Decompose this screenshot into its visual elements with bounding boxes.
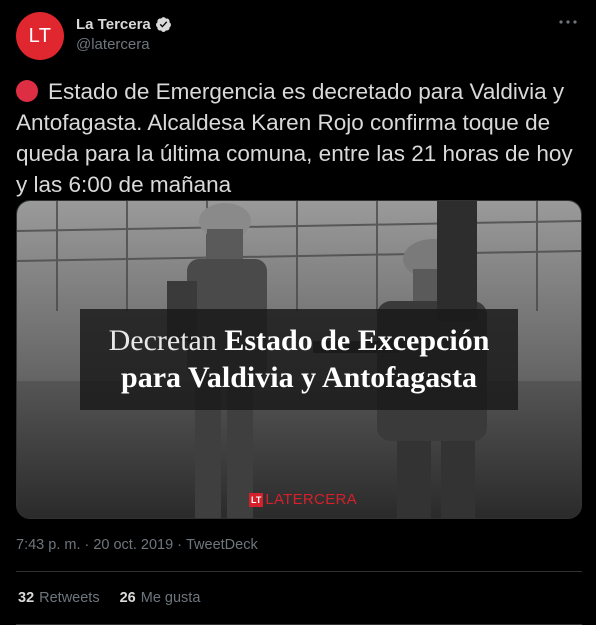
- divider: [16, 571, 582, 572]
- tweet-card: LT La Tercera @latercera Estado de Emerg…: [0, 0, 596, 625]
- logo-text: LATERCERA: [265, 491, 357, 508]
- headline-light-text: Decretan: [108, 323, 217, 357]
- headline-line-2: para Valdivia y Antofagasta: [121, 360, 477, 394]
- media-headline-box: Decretan Estado de Excepción para Valdiv…: [80, 309, 518, 410]
- author-name-row: La Tercera: [76, 14, 172, 34]
- red-circle-icon: [16, 80, 38, 102]
- more-options-icon[interactable]: [558, 12, 578, 32]
- retweets-count: 32: [18, 590, 35, 606]
- la-tercera-logo: LT LATERCERA: [249, 491, 357, 508]
- likes-count: 26: [119, 590, 136, 606]
- likes-stat[interactable]: 26 Me gusta: [120, 590, 201, 606]
- tweet-body: Estado de Emergencia es decretado para V…: [16, 79, 573, 197]
- retweets-label: Retweets: [39, 590, 100, 606]
- tweet-stats: 32 Retweets 26 Me gusta: [18, 590, 200, 606]
- logo-badge: LT: [249, 492, 264, 507]
- headline-line-1: Decretan Estado de Excepción: [109, 323, 490, 359]
- tweet-meta: 7:43 p. m. · 20 oct. 2019 · TweetDeck: [16, 537, 258, 553]
- avatar-text: LT: [28, 24, 52, 47]
- author-name[interactable]: La Tercera: [76, 16, 151, 33]
- retweets-stat[interactable]: 32 Retweets: [18, 590, 100, 606]
- tweet-date[interactable]: 20 oct. 2019: [93, 537, 173, 553]
- verified-badge-icon: [155, 16, 172, 33]
- author-info: La Tercera @latercera: [76, 14, 172, 53]
- avatar[interactable]: LT: [16, 12, 64, 60]
- meta-separator: ·: [84, 537, 90, 553]
- meta-separator: ·: [177, 537, 182, 553]
- tweet-source[interactable]: TweetDeck: [186, 537, 258, 553]
- headline-bold-text: Estado de Excepción: [224, 323, 490, 357]
- tweet-media-image[interactable]: Decretan Estado de Excepción para Valdiv…: [16, 200, 582, 519]
- likes-label: Me gusta: [140, 590, 201, 606]
- author-handle[interactable]: @latercera: [76, 36, 172, 53]
- tweet-time[interactable]: 7:43 p. m.: [16, 537, 80, 553]
- tweet-text: Estado de Emergencia es decretado para V…: [16, 76, 582, 200]
